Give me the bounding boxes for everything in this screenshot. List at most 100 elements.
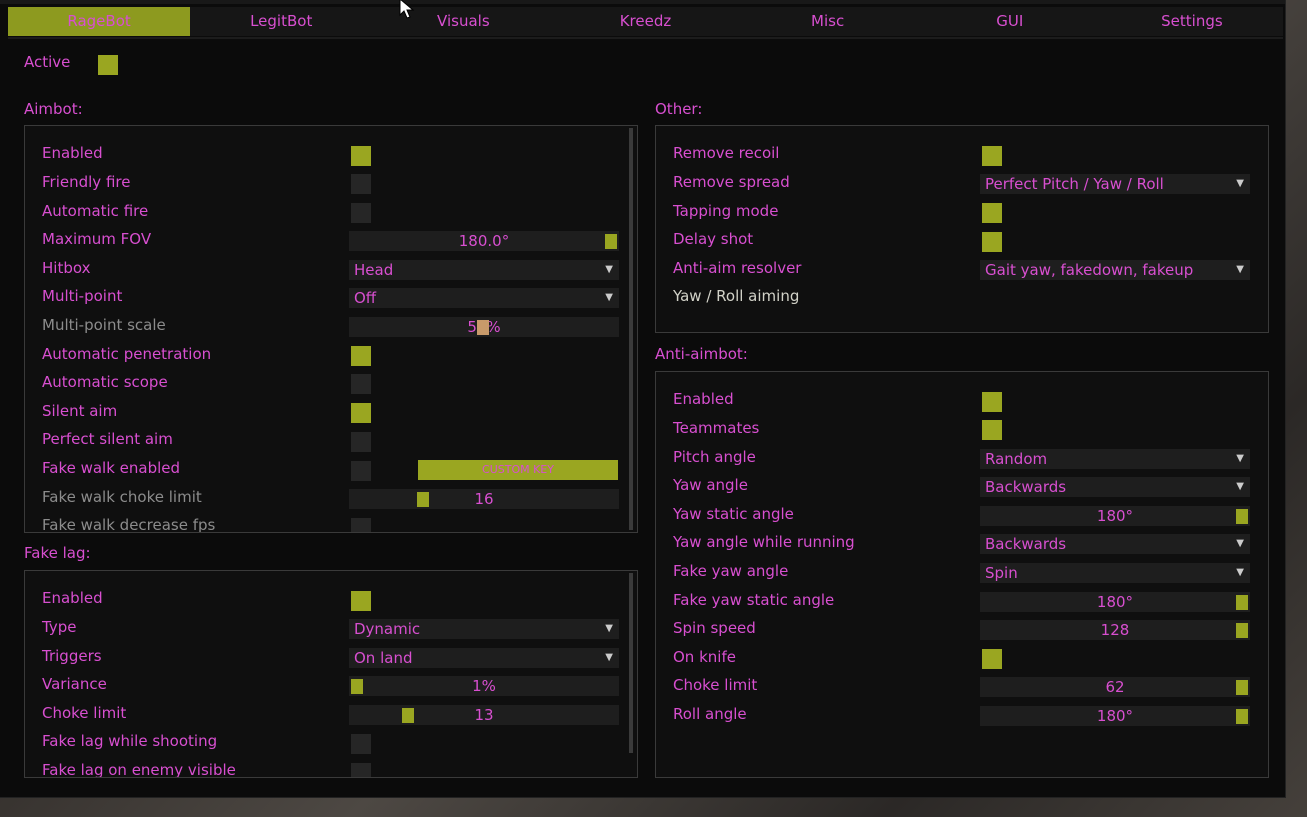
fakelag-variance-slider[interactable]: 1% xyxy=(349,676,619,696)
fakelag-choke-label: Choke limit xyxy=(42,704,127,722)
fakelag-scrollbar[interactable] xyxy=(629,573,633,753)
pitch-angle-dropdown[interactable]: Random ▼ xyxy=(980,449,1250,469)
fakelag-triggers-dropdown[interactable]: On land ▼ xyxy=(349,648,619,668)
anti-aim-resolver-value: Gait yaw, fakedown, fakeup xyxy=(985,261,1194,279)
yaw-angle-running-value: Backwards xyxy=(985,535,1067,553)
automatic-fire-label: Automatic fire xyxy=(42,202,149,220)
yaw-angle-value: Backwards xyxy=(985,478,1067,496)
window-top-border xyxy=(0,0,1285,4)
multi-point-dropdown[interactable]: Off ▼ xyxy=(349,288,619,308)
hitbox-value: Head xyxy=(354,261,394,279)
fake-yaw-angle-dropdown[interactable]: Spin ▼ xyxy=(980,563,1250,583)
yaw-static-angle-knob[interactable] xyxy=(1236,509,1248,524)
aimbot-enabled-checkbox[interactable] xyxy=(351,146,371,166)
fake-walk-choke-knob[interactable] xyxy=(417,492,429,507)
fake-walk-enabled-label: Fake walk enabled xyxy=(42,459,181,477)
maximum-fov-slider[interactable]: 180.0° xyxy=(349,231,619,251)
roll-angle-slider[interactable]: 180° xyxy=(980,706,1250,726)
automatic-scope-checkbox[interactable] xyxy=(351,374,371,394)
fake-walk-enabled-checkbox[interactable] xyxy=(351,461,371,481)
fakelag-choke-slider[interactable]: 13 xyxy=(349,705,619,725)
fake-walk-decrease-fps-checkbox[interactable] xyxy=(351,518,371,532)
triangle-down-icon: ▼ xyxy=(1236,264,1244,275)
tab-kreedz[interactable]: Kreedz xyxy=(554,7,736,36)
remove-spread-dropdown[interactable]: Perfect Pitch / Yaw / Roll ▼ xyxy=(980,174,1250,194)
yaw-static-angle-label: Yaw static angle xyxy=(673,505,794,523)
fake-walk-keybind-button[interactable]: CUSTOM KEY xyxy=(418,460,618,480)
remove-spread-label: Remove spread xyxy=(673,173,790,191)
fake-yaw-static-angle-label: Fake yaw static angle xyxy=(673,591,835,609)
mouse-cursor-icon xyxy=(399,0,415,19)
tab-ragebot[interactable]: RageBot xyxy=(8,7,191,36)
multi-point-scale-label: Multi-point scale xyxy=(42,316,166,334)
automatic-penetration-label: Automatic penetration xyxy=(42,345,212,363)
fakelag-type-label: Type xyxy=(42,618,77,636)
fakelag-enabled-checkbox[interactable] xyxy=(351,591,371,611)
fakelag-variance-label: Variance xyxy=(42,675,107,693)
tab-gui[interactable]: GUI xyxy=(919,7,1101,36)
active-checkbox[interactable] xyxy=(98,55,118,75)
yaw-static-angle-slider[interactable]: 180° xyxy=(980,506,1250,526)
fake-yaw-angle-value: Spin xyxy=(985,564,1018,582)
teammates-checkbox[interactable] xyxy=(982,420,1002,440)
spin-speed-slider[interactable]: 128 xyxy=(980,620,1250,640)
fakelag-choke-value: 13 xyxy=(474,706,494,724)
on-knife-checkbox[interactable] xyxy=(982,649,1002,669)
triangle-down-icon: ▼ xyxy=(1236,453,1244,464)
maximum-fov-knob[interactable] xyxy=(605,234,617,249)
cheat-menu-window: RageBot LegitBot Visuals Kreedz Misc GUI… xyxy=(0,0,1286,798)
teammates-label: Teammates xyxy=(673,419,760,437)
roll-angle-label: Roll angle xyxy=(673,705,747,723)
multi-point-scale-slider[interactable]: 50% xyxy=(349,317,619,337)
triangle-down-icon: ▼ xyxy=(1236,481,1244,492)
fakelag-while-shooting-checkbox[interactable] xyxy=(351,734,371,754)
tab-bar: RageBot LegitBot Visuals Kreedz Misc GUI… xyxy=(8,7,1283,36)
fake-yaw-static-angle-knob[interactable] xyxy=(1236,595,1248,610)
antiaim-enabled-label: Enabled xyxy=(673,390,734,408)
triangle-down-icon: ▼ xyxy=(605,652,613,663)
triangle-down-icon: ▼ xyxy=(1236,178,1244,189)
aimbot-scrollbar[interactable] xyxy=(629,128,633,530)
spin-speed-label: Spin speed xyxy=(673,619,756,637)
fakelag-triggers-value: On land xyxy=(354,649,413,667)
antiaim-choke-limit-knob[interactable] xyxy=(1236,680,1248,695)
fakelag-triggers-label: Triggers xyxy=(42,647,102,665)
yaw-static-angle-value: 180° xyxy=(1096,507,1134,525)
multi-point-value: Off xyxy=(354,289,377,307)
fake-yaw-angle-label: Fake yaw angle xyxy=(673,562,789,580)
antiaim-choke-limit-slider[interactable]: 62 xyxy=(980,677,1250,697)
fakelag-variance-value: 1% xyxy=(472,677,496,695)
automatic-fire-checkbox[interactable] xyxy=(351,203,371,223)
yaw-angle-running-label: Yaw angle while running xyxy=(673,533,855,551)
delay-shot-checkbox[interactable] xyxy=(982,232,1002,252)
tab-legitbot[interactable]: LegitBot xyxy=(190,7,372,36)
multi-point-scale-knob[interactable] xyxy=(477,320,489,335)
fakelag-choke-knob[interactable] xyxy=(402,708,414,723)
on-knife-label: On knife xyxy=(673,648,736,666)
fake-walk-choke-slider[interactable]: 16 xyxy=(349,489,619,509)
silent-aim-checkbox[interactable] xyxy=(351,403,371,423)
hitbox-dropdown[interactable]: Head ▼ xyxy=(349,260,619,280)
anti-aim-resolver-dropdown[interactable]: Gait yaw, fakedown, fakeup ▼ xyxy=(980,260,1250,280)
yaw-angle-dropdown[interactable]: Backwards ▼ xyxy=(980,477,1250,497)
roll-angle-knob[interactable] xyxy=(1236,709,1248,724)
fakelag-panel: Enabled Type Dynamic ▼ Triggers On land … xyxy=(24,570,638,778)
fakelag-enemy-visible-checkbox[interactable] xyxy=(351,763,371,777)
triangle-down-icon: ▼ xyxy=(605,292,613,303)
fakelag-variance-knob[interactable] xyxy=(351,679,363,694)
tapping-mode-checkbox[interactable] xyxy=(982,203,1002,223)
yaw-angle-running-dropdown[interactable]: Backwards ▼ xyxy=(980,534,1250,554)
remove-recoil-checkbox[interactable] xyxy=(982,146,1002,166)
antiaim-choke-limit-label: Choke limit xyxy=(673,676,758,694)
fake-yaw-static-angle-slider[interactable]: 180° xyxy=(980,592,1250,612)
hitbox-label: Hitbox xyxy=(42,259,91,277)
perfect-silent-aim-checkbox[interactable] xyxy=(351,432,371,452)
automatic-penetration-checkbox[interactable] xyxy=(351,346,371,366)
fakelag-type-dropdown[interactable]: Dynamic ▼ xyxy=(349,619,619,639)
antiaim-enabled-checkbox[interactable] xyxy=(982,392,1002,412)
tab-settings[interactable]: Settings xyxy=(1101,7,1283,36)
spin-speed-knob[interactable] xyxy=(1236,623,1248,638)
tab-misc[interactable]: Misc xyxy=(737,7,919,36)
friendly-fire-checkbox[interactable] xyxy=(351,174,371,194)
antiaim-title: Anti-aimbot: xyxy=(655,345,748,363)
